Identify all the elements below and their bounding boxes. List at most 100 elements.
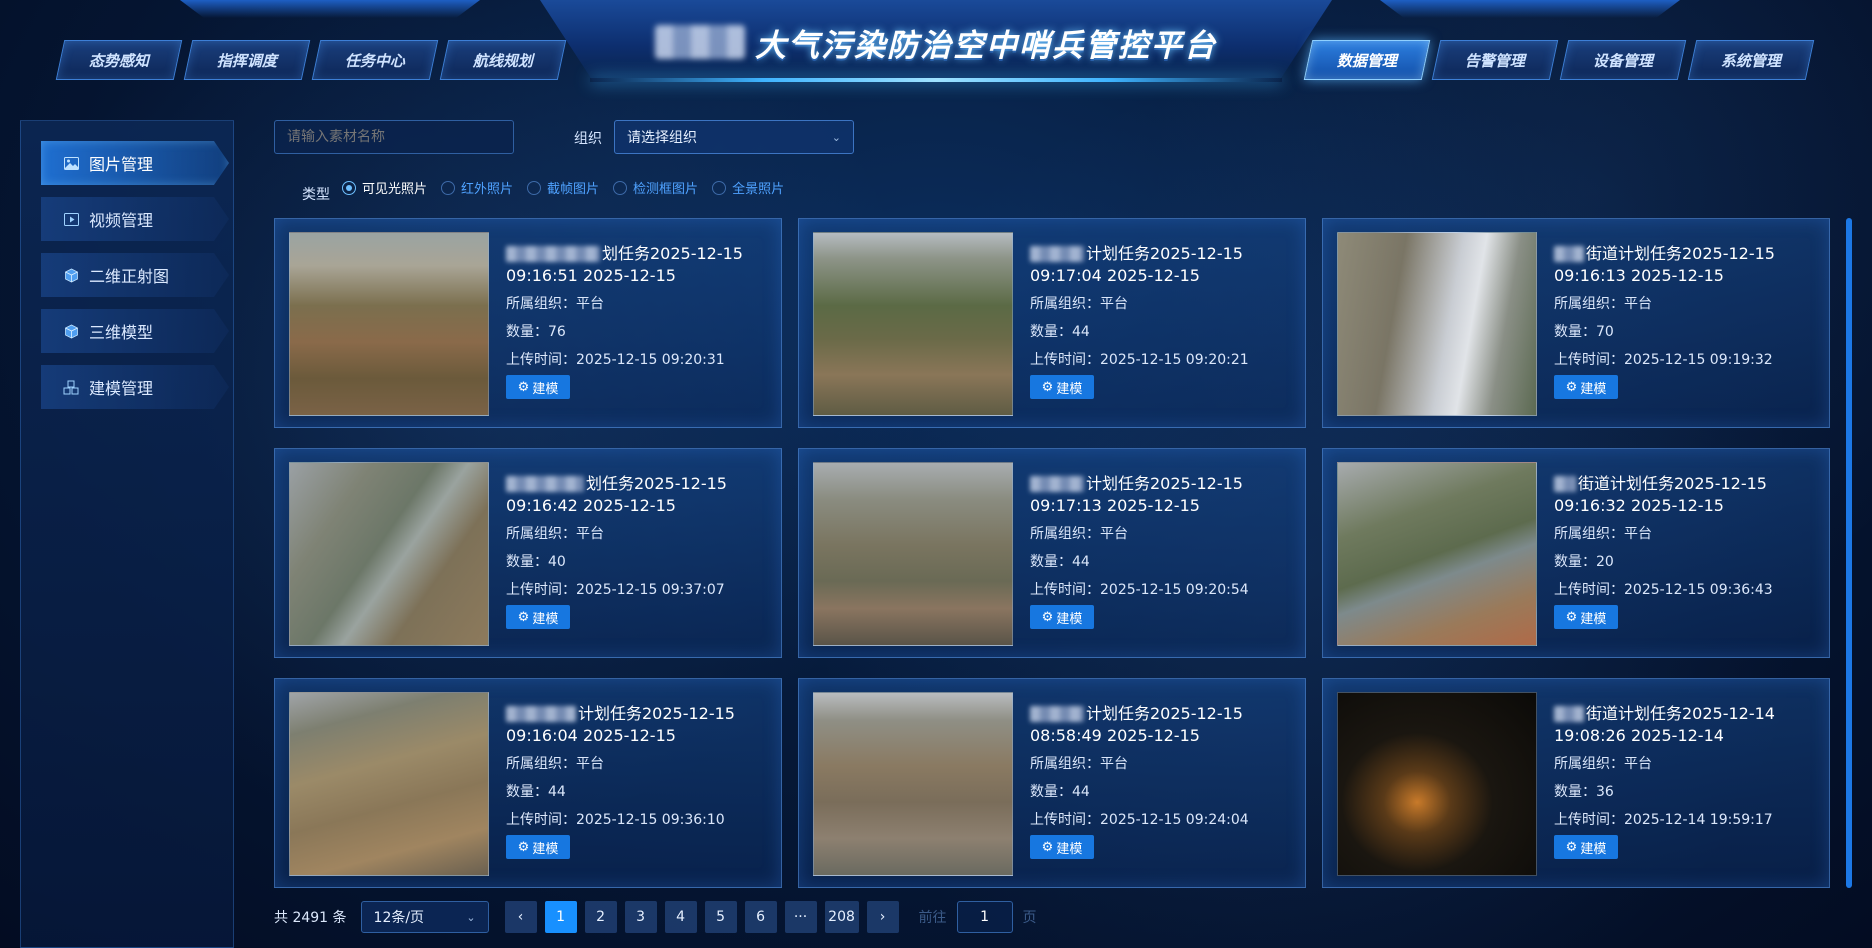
- card-upload-time: 上传时间：2025-12-15 09:20:31: [506, 352, 725, 368]
- goto-label: 前往: [918, 910, 947, 926]
- chevron-down-icon: ⌄: [831, 130, 841, 144]
- aerial-photo-thumbnail[interactable]: [289, 462, 489, 646]
- image-card[interactable]: 街道计划任务2025-12-14 19:08:26 2025-12-14 所属组…: [1322, 678, 1830, 888]
- radio-dot: [527, 180, 542, 195]
- build-model-button[interactable]: ⚙ 建模: [1554, 605, 1618, 629]
- gear-icon: ⚙: [517, 839, 530, 855]
- page-1-button[interactable]: 1: [544, 901, 577, 933]
- aerial-photo-thumbnail[interactable]: [813, 692, 1013, 876]
- card-upload-time: 上传时间：2025-12-15 09:36:43: [1554, 582, 1773, 598]
- card-count: 数量：44: [1030, 784, 1090, 800]
- build-model-button[interactable]: ⚙ 建模: [1030, 835, 1094, 859]
- card-upload-time: 上传时间：2025-12-15 09:36:10: [506, 812, 725, 828]
- gear-icon: ⚙: [517, 609, 530, 625]
- card-count: 数量：44: [1030, 554, 1090, 570]
- page-4-button[interactable]: 4: [664, 901, 697, 933]
- aerial-photo-thumbnail[interactable]: [1337, 692, 1537, 876]
- gear-icon: ⚙: [1565, 609, 1578, 625]
- image-card[interactable]: 划任务2025-12-15 09:16:51 2025-12-15 所属组织：平…: [274, 218, 782, 428]
- card-time: 19:08:26 2025-12-14: [1554, 726, 1724, 745]
- type-radio-group: 可见光照片 红外照片 截帧图片 检测框图片 全景照片: [342, 178, 784, 197]
- radio-frame-capture[interactable]: 截帧图片: [527, 178, 599, 197]
- card-upload-time: 上传时间：2025-12-14 19:59:17: [1554, 812, 1773, 828]
- aerial-photo-thumbnail[interactable]: [1337, 232, 1537, 416]
- card-count: 数量：40: [506, 554, 566, 570]
- build-model-button[interactable]: ⚙ 建模: [1030, 605, 1094, 629]
- aerial-photo-thumbnail[interactable]: [289, 692, 489, 876]
- build-model-button[interactable]: ⚙ 建模: [1554, 375, 1618, 399]
- search-input[interactable]: [274, 120, 514, 154]
- build-model-button[interactable]: ⚙ 建模: [506, 605, 570, 629]
- sidebar-item-image-management[interactable]: 图片管理: [41, 141, 229, 185]
- image-card[interactable]: 计划任务2025-12-15 09:17:13 2025-12-15 所属组织：…: [798, 448, 1306, 658]
- sidebar-item-3d-model[interactable]: 三维模型: [41, 309, 229, 353]
- radio-panorama[interactable]: 全景照片: [712, 178, 784, 197]
- image-card[interactable]: 划任务2025-12-15 09:16:42 2025-12-15 所属组织：平…: [274, 448, 782, 658]
- nav-label: 航线规划: [472, 51, 533, 70]
- page-2-button[interactable]: 2: [584, 901, 617, 933]
- build-button-label: 建模: [532, 611, 559, 627]
- redacted-text: [1554, 706, 1584, 722]
- card-count: 数量：44: [506, 784, 566, 800]
- nav-system-management[interactable]: 系统管理: [1687, 40, 1815, 80]
- sidebar-item-ortho-map[interactable]: 二维正射图: [41, 253, 229, 297]
- image-card[interactable]: 计划任务2025-12-15 08:58:49 2025-12-15 所属组织：…: [798, 678, 1306, 888]
- goto-page-input[interactable]: [956, 901, 1013, 933]
- card-title: 街道计划任务2025-12-15: [1586, 244, 1775, 263]
- card-time: 09:16:04 2025-12-15: [506, 726, 676, 745]
- build-model-button[interactable]: ⚙ 建模: [1030, 375, 1094, 399]
- card-org: 所属组织：平台: [506, 526, 604, 542]
- org-select[interactable]: 请选择组织 ⌄: [614, 120, 854, 154]
- build-button-label: 建模: [1056, 381, 1083, 397]
- page-3-button[interactable]: 3: [624, 901, 657, 933]
- page-more-button[interactable]: ···: [784, 901, 817, 933]
- radio-infrared[interactable]: 红外照片: [441, 178, 513, 197]
- nav-task-center[interactable]: 任务中心: [311, 40, 439, 80]
- image-card[interactable]: 计划任务2025-12-15 09:17:04 2025-12-15 所属组织：…: [798, 218, 1306, 428]
- build-button-label: 建模: [1580, 841, 1607, 857]
- scrollbar-track[interactable]: [1846, 218, 1852, 888]
- prev-page-button[interactable]: ‹: [504, 901, 537, 933]
- sidebar-item-video-management[interactable]: 视频管理: [41, 197, 229, 241]
- card-upload-time: 上传时间：2025-12-15 09:19:32: [1554, 352, 1773, 368]
- radio-label: 全景照片: [732, 182, 785, 197]
- page-5-button[interactable]: 5: [704, 901, 737, 933]
- nav-alarm-management[interactable]: 告警管理: [1431, 40, 1559, 80]
- image-card[interactable]: 街道计划任务2025-12-15 09:16:32 2025-12-15 所属组…: [1322, 448, 1830, 658]
- scrollbar-thumb[interactable]: [1846, 218, 1852, 888]
- image-card[interactable]: 街道计划任务2025-12-15 09:16:13 2025-12-15 所属组…: [1322, 218, 1830, 428]
- pagination: 共 2491 条 12条/页 ⌄ ‹ 1 2 3 4 5 6 ··· 208 ›…: [274, 900, 1037, 934]
- header-decor-left: [180, 0, 480, 18]
- page-title: 大气污染防治空中哨兵管控平台: [630, 20, 1242, 64]
- page-208-button[interactable]: 208: [824, 901, 859, 933]
- card-org: 所属组织：平台: [1030, 526, 1128, 542]
- radio-dot: [441, 180, 456, 195]
- card-time: 09:16:32 2025-12-15: [1554, 496, 1724, 515]
- nav-route-planning[interactable]: 航线规划: [439, 40, 567, 80]
- aerial-photo-thumbnail[interactable]: [289, 232, 489, 416]
- nav-data-management[interactable]: 数据管理: [1303, 40, 1431, 80]
- page-6-button[interactable]: 6: [744, 901, 777, 933]
- card-title: 街道计划任务2025-12-15: [1578, 474, 1767, 493]
- page-size-select[interactable]: 12条/页 ⌄: [360, 901, 489, 933]
- image-card[interactable]: 计划任务2025-12-15 09:16:04 2025-12-15 所属组织：…: [274, 678, 782, 888]
- aerial-photo-thumbnail[interactable]: [1337, 462, 1537, 646]
- redacted-text: [1030, 246, 1084, 262]
- build-model-button[interactable]: ⚙ 建模: [506, 375, 570, 399]
- sidebar-item-label: 建模管理: [89, 379, 154, 398]
- build-model-button[interactable]: ⚙ 建模: [1554, 835, 1618, 859]
- aerial-photo-thumbnail[interactable]: [813, 232, 1013, 416]
- gear-icon: ⚙: [1565, 839, 1578, 855]
- nav-situation-awareness[interactable]: 态势感知: [55, 40, 183, 80]
- nav-command-dispatch[interactable]: 指挥调度: [183, 40, 311, 80]
- radio-visible-light[interactable]: 可见光照片: [342, 178, 427, 197]
- radio-detection-box[interactable]: 检测框图片: [613, 178, 698, 197]
- nav-device-management[interactable]: 设备管理: [1559, 40, 1687, 80]
- next-page-button[interactable]: ›: [866, 901, 899, 933]
- build-model-button[interactable]: ⚙ 建模: [506, 835, 570, 859]
- sidebar-item-modeling-management[interactable]: 建模管理: [41, 365, 229, 409]
- card-title: 计划任务2025-12-15: [1086, 704, 1243, 723]
- card-title: 计划任务2025-12-15: [578, 704, 735, 723]
- org-label: 组织: [574, 131, 602, 147]
- aerial-photo-thumbnail[interactable]: [813, 462, 1013, 646]
